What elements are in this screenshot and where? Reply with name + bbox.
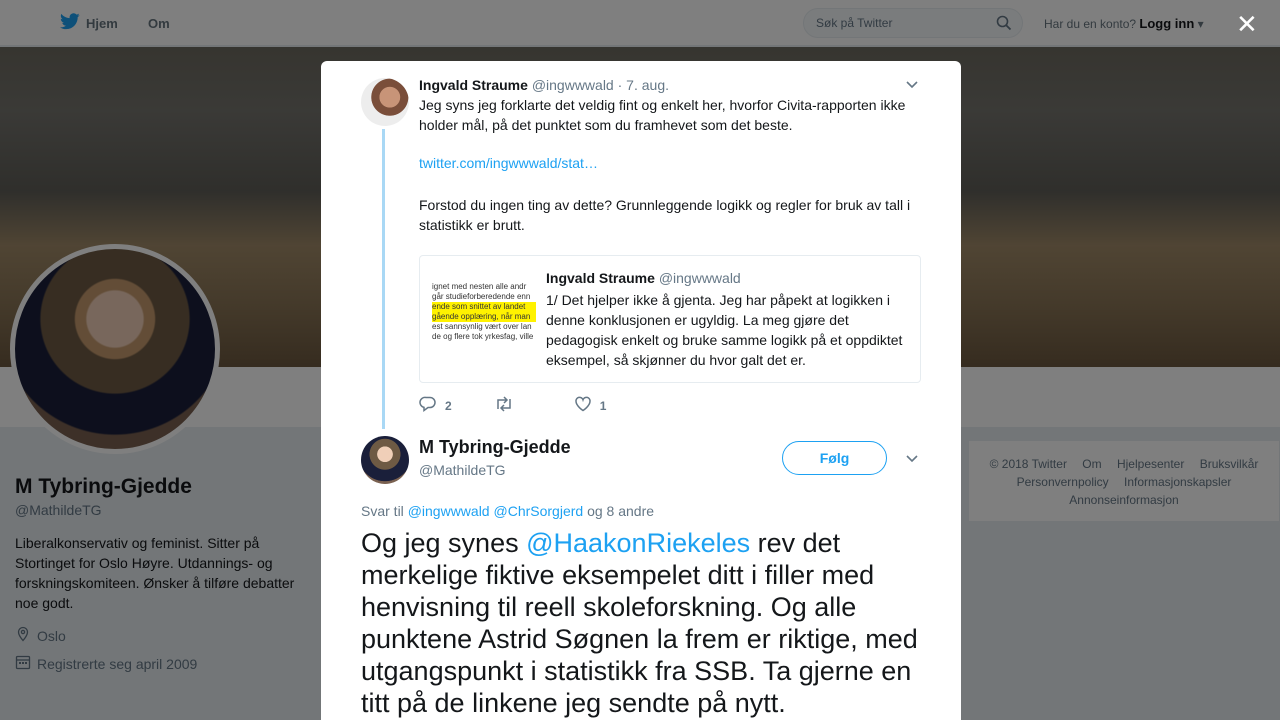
follow-button[interactable]: Følg: [782, 441, 887, 475]
quoted-image-line: de og flere tok yrkesfag, ville: [432, 332, 534, 341]
parent-tweet-text: Jeg syns jeg forklarte det veldig fint o…: [419, 97, 906, 133]
reply-count: 2: [445, 398, 452, 413]
reply-icon: [419, 395, 437, 416]
quoted-image-line: gående opplæring, når man: [432, 312, 536, 322]
reply-to-prefix: Svar til: [361, 503, 404, 519]
main-tweet-avatar[interactable]: [361, 436, 409, 484]
like-action[interactable]: 1: [574, 395, 607, 416]
parent-tweet-actions: 2 1: [419, 395, 606, 416]
parent-tweet-handle[interactable]: @ingwwwald: [532, 77, 614, 93]
main-tweet-author[interactable]: M Tybring-Gjedde: [419, 437, 571, 458]
main-tweet-text: Og jeg synes @HaakonRiekeles rev det mer…: [361, 527, 931, 719]
parent-tweet-text-2: Forstod du ingen ting av dette? Grunnleg…: [419, 197, 911, 233]
retweet-action[interactable]: [494, 395, 514, 416]
retweet-icon: [494, 395, 514, 416]
chevron-down-icon[interactable]: [905, 77, 919, 94]
quoted-tweet[interactable]: ignet med nesten alle andr går studiefor…: [419, 255, 921, 383]
reply-to-user-link[interactable]: @ingwwwald: [408, 503, 490, 519]
close-icon[interactable]: ✕: [1236, 11, 1258, 37]
quoted-tweet-header: Ingvald Straume @ingwwwald: [546, 270, 741, 286]
main-tweet-text-part: Og jeg synes: [361, 528, 527, 558]
parent-tweet-link[interactable]: twitter.com/ingwwwald/stat…: [419, 155, 598, 171]
reply-to-user-link[interactable]: @ChrSorgjerd: [494, 503, 584, 519]
mention-link[interactable]: @HaakonRiekeles: [526, 528, 750, 558]
quoted-tweet-text: 1/ Det hjelper ikke å gjenta. Jeg har på…: [546, 292, 903, 368]
heart-icon: [574, 395, 592, 416]
reply-to-line: Svar til @ingwwwald @ChrSorgjerd og 8 an…: [361, 503, 654, 519]
reply-action[interactable]: 2: [419, 395, 452, 416]
parent-tweet-header: Ingvald Straume @ingwwwald · 7. aug.: [419, 77, 669, 93]
quoted-tweet-handle: @ingwwwald: [658, 270, 741, 286]
parent-tweet-avatar[interactable]: [361, 78, 409, 126]
thread-line: [382, 129, 385, 429]
quoted-tweet-image: ignet med nesten alle andr går studiefor…: [432, 282, 536, 346]
main-tweet-handle[interactable]: @MathildeTG: [419, 462, 506, 478]
quoted-image-line: est sannsynlig vært over lan: [432, 322, 532, 331]
quoted-image-line: ignet med nesten alle andr: [432, 282, 527, 291]
chevron-down-icon[interactable]: [905, 451, 919, 468]
reply-to-others[interactable]: og 8 andre: [587, 503, 654, 519]
like-count: 1: [599, 398, 607, 413]
tweet-modal: Ingvald Straume @ingwwwald · 7. aug. Jeg…: [321, 61, 961, 720]
quoted-tweet-author: Ingvald Straume: [546, 270, 655, 286]
parent-tweet-author[interactable]: Ingvald Straume: [419, 77, 528, 93]
quoted-image-line: ende som snittet av landet: [432, 302, 536, 312]
parent-tweet-date[interactable]: · 7. aug.: [618, 77, 669, 93]
quoted-image-line: går studieforberedende enn: [432, 292, 531, 301]
